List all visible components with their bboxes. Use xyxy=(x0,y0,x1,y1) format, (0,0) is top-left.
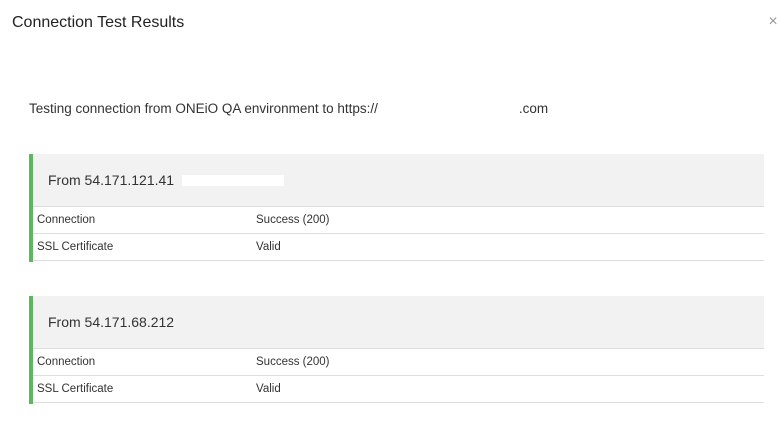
result-row-label: Connection xyxy=(37,214,96,226)
result-row: Connection Success (200) xyxy=(33,207,764,234)
result-header: From 54.171.68.212 xyxy=(33,296,764,349)
result-block: From 54.171.121.41 Connection Success (2… xyxy=(29,154,764,262)
result-row-value: Success (200) xyxy=(256,214,330,226)
result-row-label: SSL Certificate xyxy=(37,383,114,395)
result-block: From 54.171.68.212 Connection Success (2… xyxy=(29,296,764,404)
result-row-label: SSL Certificate xyxy=(37,241,114,253)
result-row-value: Success (200) xyxy=(256,356,330,368)
intro-text: Testing connection from ONEiO QA environ… xyxy=(29,101,548,116)
result-header-label: From 54.171.68.212 xyxy=(48,314,175,330)
dialog-title: Connection Test Results xyxy=(12,14,185,31)
redacted-text xyxy=(182,174,285,186)
result-row: SSL Certificate Valid xyxy=(33,234,764,261)
intro-suffix: .com xyxy=(518,101,549,116)
connection-test-dialog: Connection Test Results × Testing connec… xyxy=(0,0,780,422)
result-header-label: From 54.171.121.41 xyxy=(48,172,175,188)
intro-prefix: Testing connection from ONEiO QA environ… xyxy=(29,101,378,116)
result-row: Connection Success (200) xyxy=(33,349,764,376)
result-row: SSL Certificate Valid xyxy=(33,376,764,403)
result-row-value: Valid xyxy=(256,383,281,395)
close-icon[interactable]: × xyxy=(766,11,780,33)
result-header: From 54.171.121.41 xyxy=(33,154,764,207)
result-row-label: Connection xyxy=(37,356,96,368)
result-row-value: Valid xyxy=(256,241,281,253)
